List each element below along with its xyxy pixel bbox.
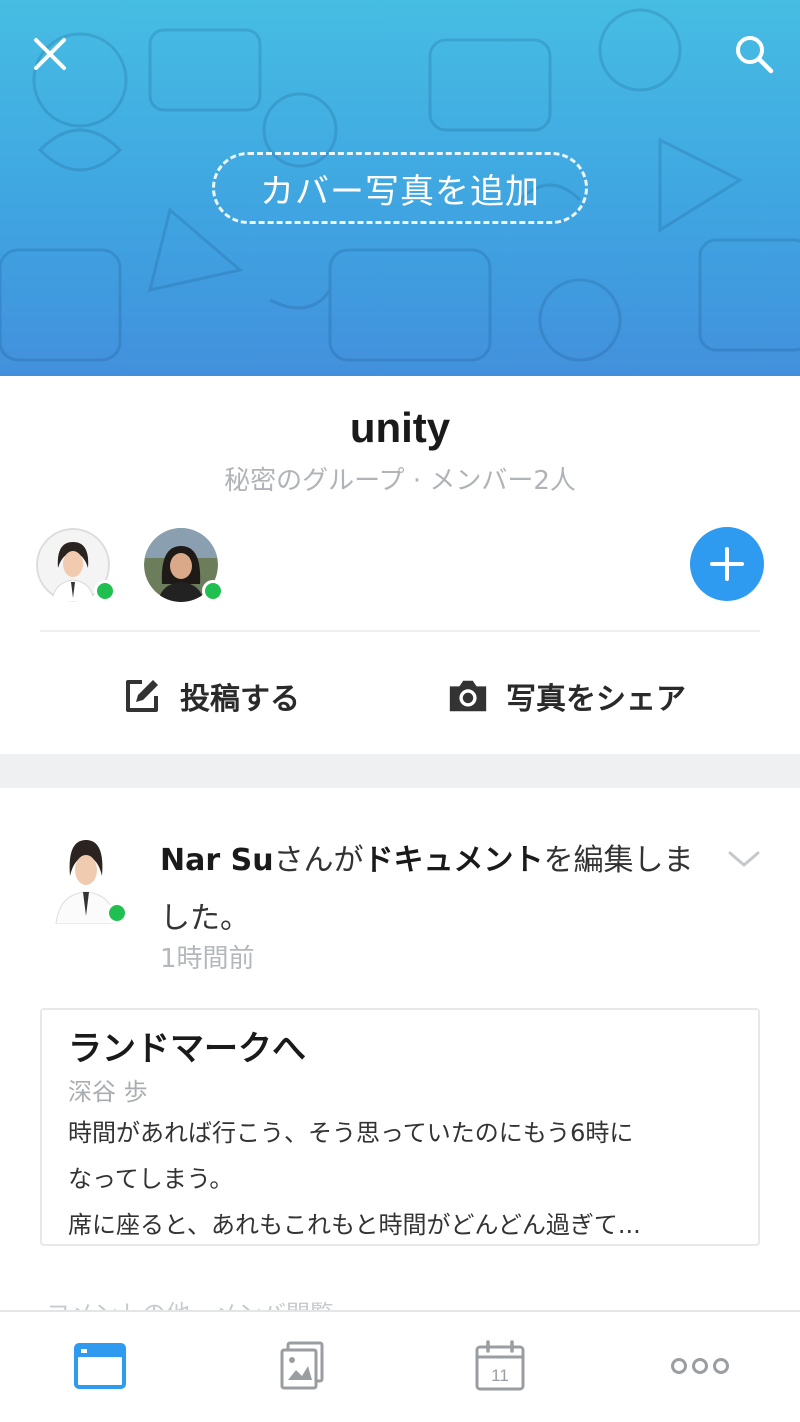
group-subtitle: 秘密のグループ · メンバー2人	[224, 466, 576, 496]
chevron-down-icon	[728, 851, 760, 867]
write-post-button[interactable]: 投稿する	[120, 668, 300, 724]
group-name: unity	[349, 404, 451, 451]
edit-icon	[120, 674, 164, 718]
close-button[interactable]	[20, 24, 80, 84]
add-cover-photo-button[interactable]: カバー写真を追加	[212, 152, 588, 224]
cover-photo-area: カバー写真を追加	[0, 0, 800, 376]
tab-calendar[interactable]: 11	[468, 1334, 532, 1398]
post-object-link[interactable]: ドキュメント	[364, 843, 544, 878]
section-separator	[0, 754, 800, 788]
post-actor-name[interactable]: Nar Su	[160, 843, 274, 878]
share-photo-button[interactable]: 写真をシェア	[446, 668, 686, 724]
write-post-label: 投稿する	[180, 682, 300, 717]
calendar-icon: 11	[475, 1340, 525, 1391]
post-author-avatar[interactable]	[46, 832, 128, 924]
search-icon	[736, 36, 774, 74]
document-title: ランドマークへ	[68, 1029, 306, 1069]
document-author: 深谷 歩	[68, 1078, 148, 1106]
album-icon	[280, 1341, 324, 1390]
tab-more[interactable]	[668, 1334, 732, 1398]
more-icon	[671, 1358, 729, 1374]
document-excerpt-line: なってしまう。	[68, 1165, 234, 1193]
bottom-tab-bar: 11	[0, 1310, 800, 1422]
post-timestamp: 1時間前	[160, 944, 255, 974]
board-icon	[74, 1343, 126, 1389]
post-text-honorific: さんが	[273, 843, 364, 878]
calendar-day-number: 11	[491, 1366, 509, 1385]
tab-board[interactable]	[68, 1334, 132, 1398]
online-status-dot	[106, 902, 128, 924]
member-avatar-1[interactable]	[36, 528, 116, 602]
plus-icon	[710, 547, 744, 581]
search-button[interactable]	[724, 24, 784, 84]
camera-icon	[446, 674, 490, 718]
tab-album[interactable]	[270, 1334, 334, 1398]
post-activity-text: Nar Suさんがドキュメントを編集しました。	[160, 832, 700, 948]
add-cover-photo-label: カバー写真を追加	[260, 171, 540, 212]
divider	[40, 630, 760, 632]
document-preview-card[interactable]: ランドマークへ 深谷 歩 時間があれば行こう、そう思っていたのにもう6時に なっ…	[40, 1008, 760, 1246]
document-excerpt-line: 席に座ると、あれもこれもと時間がどんどん過ぎて...	[68, 1211, 641, 1239]
document-excerpt-line: 時間があれば行こう、そう思っていたのにもう6時に	[68, 1119, 634, 1147]
online-status-dot	[94, 580, 116, 602]
online-status-dot	[202, 580, 224, 602]
member-avatar-2[interactable]	[144, 528, 224, 602]
post-options-button[interactable]	[724, 842, 764, 876]
close-icon	[34, 38, 66, 70]
add-member-button[interactable]	[690, 527, 764, 601]
share-photo-label: 写真をシェア	[506, 682, 686, 717]
